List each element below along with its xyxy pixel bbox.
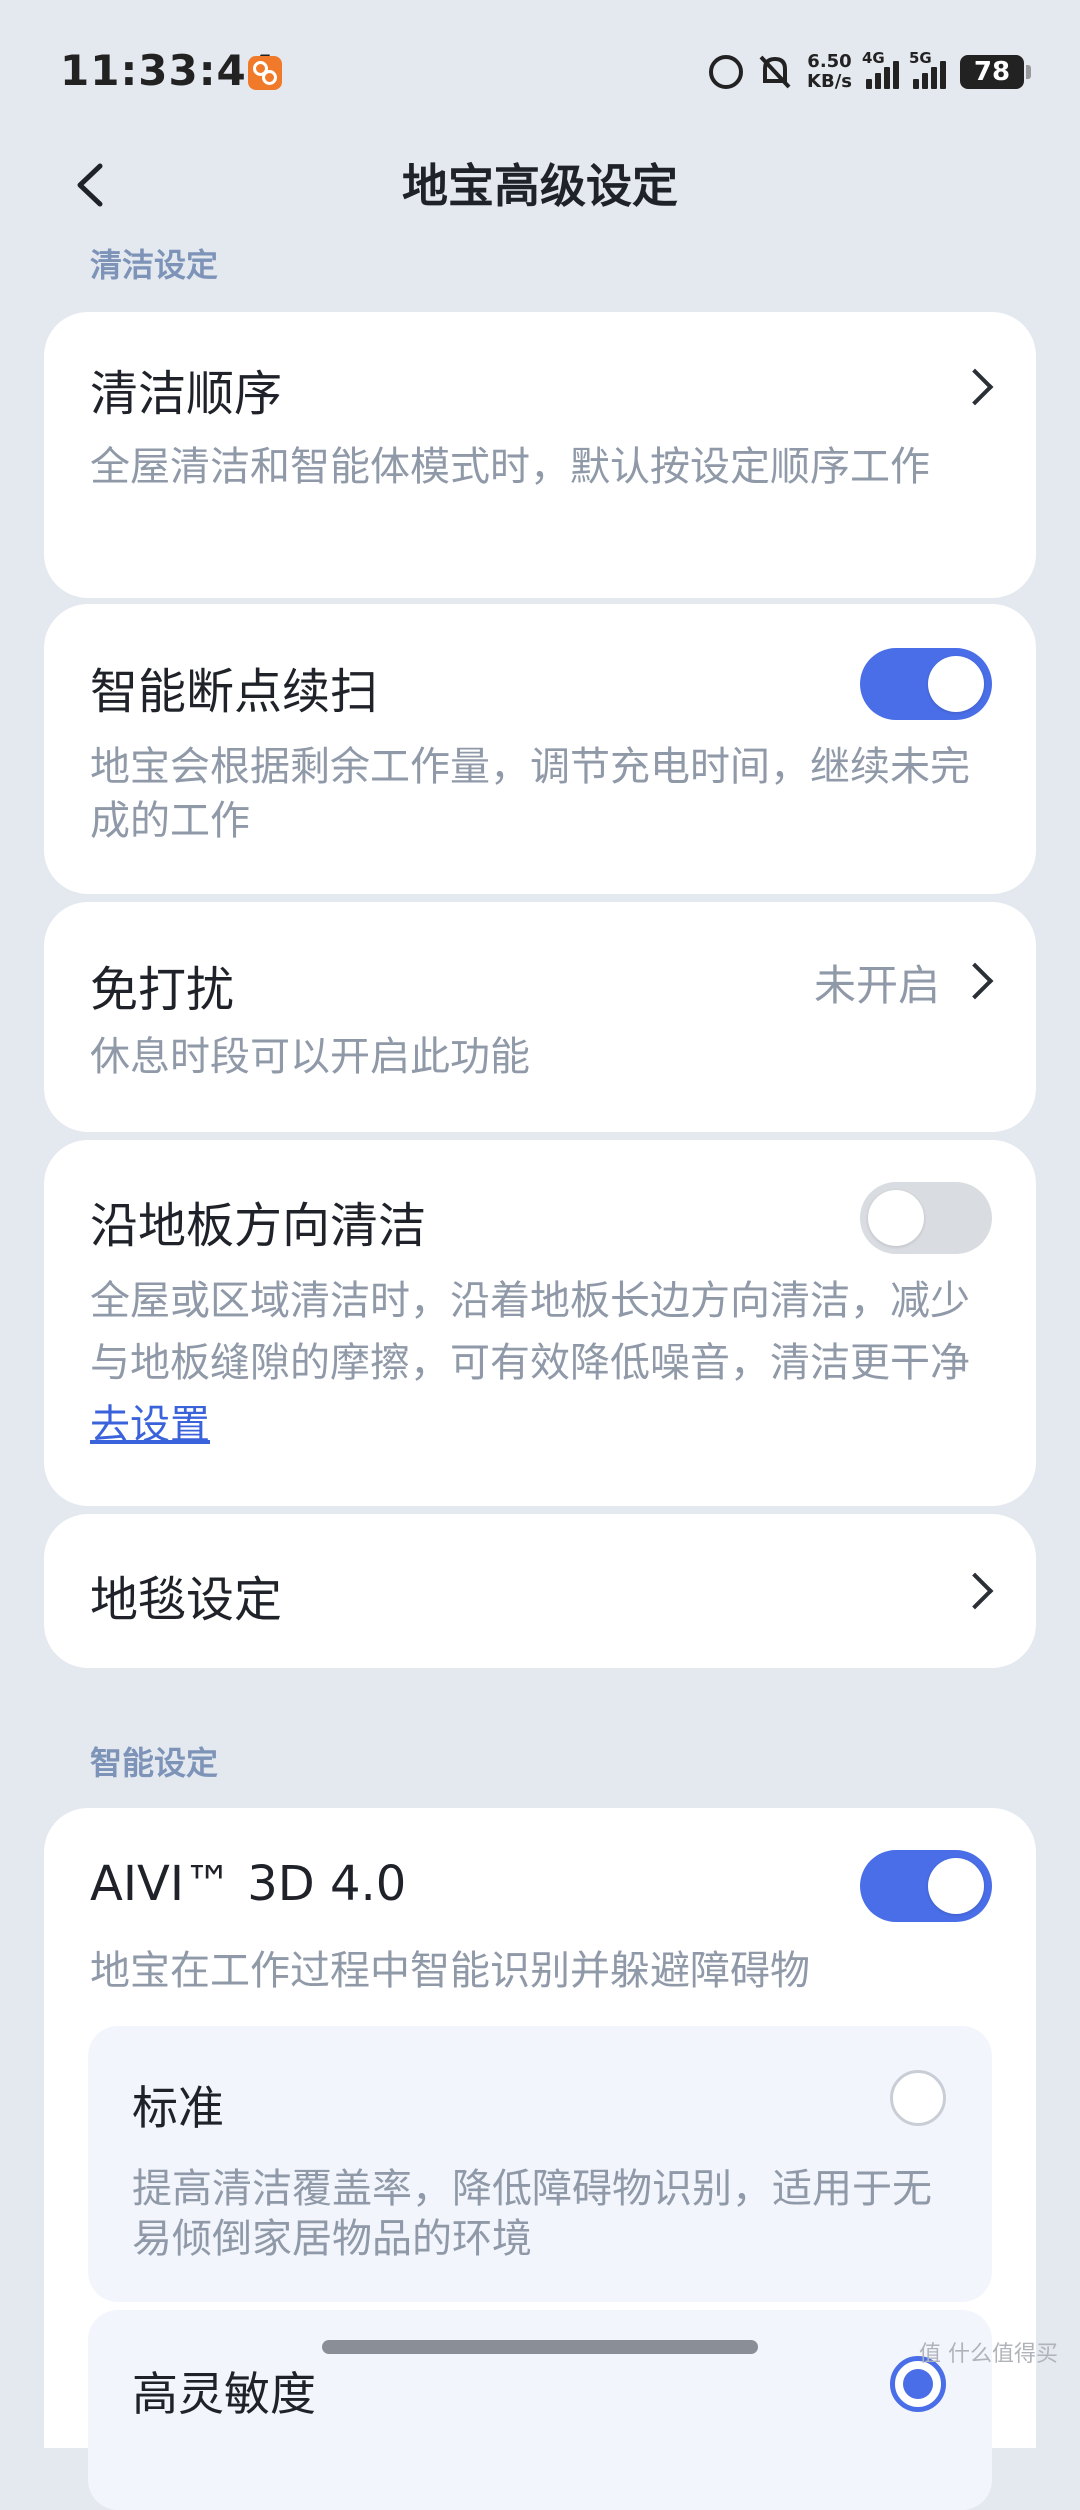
go-settings-link[interactable]: 去设置 (90, 1402, 210, 1448)
option-standard[interactable]: 标准 提高清洁覆盖率，降低障碍物识别，适用于无易倾倒家居物品的环境 (88, 2026, 992, 2302)
carpet-card[interactable]: 地毯设定 (44, 1514, 1036, 1668)
net-speed: 6.50 KB/s (807, 51, 852, 92)
home-indicator[interactable] (322, 2340, 758, 2354)
resume-card: 智能断点续扫 地宝会根据剩余工作量，调节充电时间，继续未完成的工作 (44, 604, 1036, 894)
status-icons: 6.50 KB/s 4G 5G 78 (709, 49, 1031, 94)
alarm-icon (709, 55, 744, 89)
floor-direction-toggle[interactable] (860, 1182, 992, 1254)
floor-direction-card: 沿地板方向清洁 全屋或区域清洁时，沿着地板长边方向清洁，减少与地板缝隙的摩擦，可… (44, 1140, 1036, 1506)
section-label-smart: 智能设定 (90, 1744, 219, 1782)
option-title: 标准 (132, 2081, 224, 2135)
app-notification-icon (248, 56, 282, 90)
dnd-card[interactable]: 免打扰 未开启 休息时段可以开启此功能 (44, 902, 1036, 1132)
status-bar: 11:33:44 6.50 KB/s 4G 5G 78 (0, 0, 1080, 140)
clean-order-title: 清洁顺序 (90, 366, 283, 422)
clean-order-card[interactable]: 清洁顺序 全屋清洁和智能体模式时，默认按设定顺序工作 (44, 312, 1036, 598)
section-label-clean: 清洁设定 (90, 246, 219, 284)
dnd-title: 免打扰 (90, 962, 235, 1018)
radio-button[interactable] (890, 2070, 946, 2126)
battery-indicator: 78 (960, 55, 1031, 89)
header: 地宝高级设定 (0, 140, 1080, 230)
carpet-title: 地毯设定 (90, 1572, 283, 1628)
chevron-right-icon (956, 1572, 994, 1610)
aivi-title: AIVI™ 3D 4.0 (90, 1856, 407, 1912)
resume-toggle[interactable] (860, 648, 992, 720)
dnd-status: 未开启 (813, 961, 940, 1010)
signal-5g-icon: 5G (909, 49, 946, 89)
chevron-right-icon (956, 368, 994, 406)
toggle-knob (868, 1190, 924, 1246)
page-title: 地宝高级设定 (402, 159, 678, 213)
status-time: 11:33:44 (60, 46, 277, 95)
watermark: 值 什么值得买 (919, 2342, 1058, 2367)
toggle-knob (928, 1858, 984, 1914)
option-title: 高灵敏度 (132, 2367, 316, 2421)
option-desc: 提高清洁覆盖率，降低障碍物识别，适用于无易倾倒家居物品的环境 (132, 2166, 932, 2262)
chevron-right-icon (956, 962, 994, 1000)
floor-direction-desc: 全屋或区域清洁时，沿着地板长边方向清洁，减少与地板缝隙的摩擦，可有效降低噪音，清… (90, 1278, 970, 1448)
signal-4g-icon: 4G (862, 49, 899, 89)
aivi-desc: 地宝在工作过程中智能识别并躲避障碍物 (90, 1948, 810, 1994)
toggle-knob (928, 656, 984, 712)
resume-desc: 地宝会根据剩余工作量，调节充电时间，继续未完成的工作 (90, 744, 970, 844)
floor-direction-title: 沿地板方向清洁 (90, 1198, 427, 1254)
dnd-desc: 休息时段可以开启此功能 (90, 1034, 530, 1080)
clean-order-desc: 全屋清洁和智能体模式时，默认按设定顺序工作 (90, 444, 930, 490)
aivi-toggle[interactable] (860, 1850, 992, 1922)
resume-title: 智能断点续扫 (90, 664, 379, 720)
mute-bell-icon (759, 55, 791, 89)
